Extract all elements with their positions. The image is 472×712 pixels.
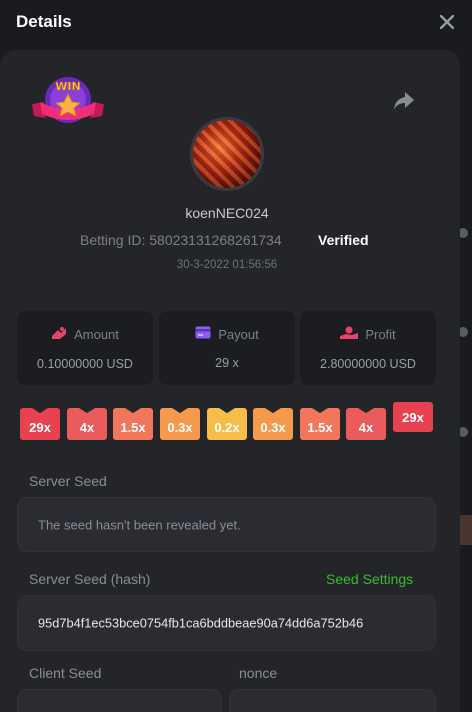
stat-profit-label: Profit bbox=[365, 327, 396, 342]
bet-datetime: 30-3-2022 01:56:56 bbox=[176, 259, 278, 271]
username: koenNEC024 bbox=[185, 205, 269, 221]
server-seed-hash-value: 95d7b4f1ec53bce0754fb1ca6bddbeae90a74dd6… bbox=[38, 615, 364, 631]
server-seed-value: The seed hasn't been revealed yet. bbox=[38, 517, 241, 532]
verified-badge: Verified bbox=[318, 232, 369, 248]
client-seed-field[interactable] bbox=[17, 689, 222, 712]
stat-payout-label: Payout bbox=[218, 326, 259, 342]
nonce-label: nonce bbox=[239, 665, 278, 681]
stat-amount-value: 0.10000000 USD bbox=[37, 357, 133, 371]
payout-icon bbox=[195, 326, 211, 342]
profit-icon bbox=[340, 326, 359, 343]
amount-icon bbox=[51, 326, 67, 343]
server-seed-field: The seed hasn't been revealed yet. bbox=[17, 497, 436, 552]
server-seed-label: Server Seed bbox=[29, 473, 107, 489]
page-title: Details bbox=[16, 12, 72, 31]
stat-profit: Profit 2.80000000 USD bbox=[300, 311, 436, 385]
server-seed-hash-label: Server Seed (hash) bbox=[29, 571, 151, 587]
win-badge-text: WIN bbox=[55, 80, 80, 93]
nonce-field[interactable] bbox=[229, 689, 436, 712]
background-strip bbox=[460, 515, 472, 545]
stat-amount: Amount 0.10000000 USD bbox=[17, 311, 153, 385]
multiplier-chip-winning: 29x bbox=[393, 402, 433, 432]
details-header: Details bbox=[0, 0, 472, 44]
close-icon[interactable] bbox=[438, 13, 456, 31]
win-badge-icon: WIN bbox=[30, 76, 106, 128]
server-seed-hash-field[interactable]: 95d7b4f1ec53bce0754fb1ca6bddbeae90a74dd6… bbox=[17, 595, 436, 651]
stat-amount-label: Amount bbox=[74, 327, 119, 342]
stat-payout: Payout 29 x bbox=[159, 311, 295, 385]
client-seed-label: Client Seed bbox=[29, 665, 102, 681]
seed-settings-link[interactable]: Seed Settings bbox=[326, 571, 413, 587]
stat-profit-value: 2.80000000 USD bbox=[320, 357, 416, 371]
stat-payout-value: 29 x bbox=[215, 356, 239, 370]
avatar bbox=[190, 117, 264, 191]
betting-id: Betting ID: 58023131268261734 bbox=[80, 232, 282, 248]
share-icon[interactable] bbox=[392, 90, 416, 112]
